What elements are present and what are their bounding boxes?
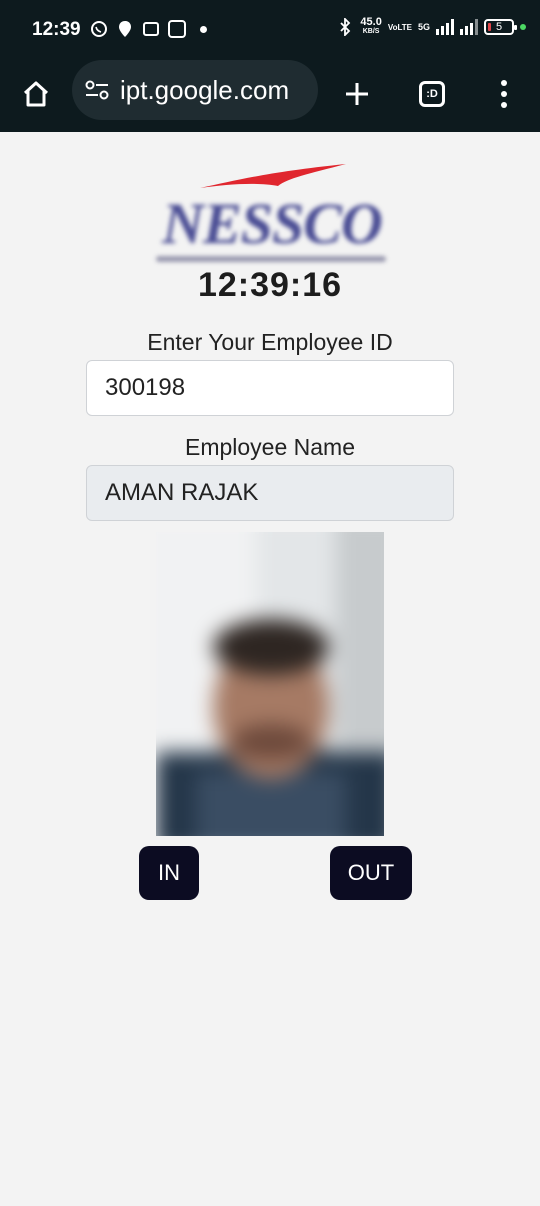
tab-switcher-button[interactable]: :D	[410, 72, 454, 116]
menu-dot-icon	[501, 91, 507, 97]
employee-id-label: Enter Your Employee ID	[147, 329, 393, 355]
charging-indicator	[520, 24, 526, 30]
battery-level: 5	[495, 21, 503, 33]
browser-toolbar: ipt.google.com :D	[0, 58, 540, 132]
tab-switcher-icon: :D	[419, 81, 445, 107]
clock-in-button[interactable]: IN	[139, 846, 199, 900]
battery-icon: 5	[484, 19, 517, 35]
signal-icon-2	[460, 19, 478, 35]
home-icon	[23, 81, 49, 107]
home-button[interactable]	[16, 74, 56, 114]
logo-swoosh-icon	[200, 164, 346, 188]
status-time: 12:39	[32, 19, 81, 40]
employee-photo	[156, 532, 384, 836]
location-icon	[116, 20, 134, 38]
signal-icon	[436, 19, 454, 35]
company-logo: NESSCO	[148, 158, 392, 270]
network-speed-value: 45.0	[360, 16, 382, 28]
more-notifications-icon	[200, 25, 207, 33]
volte-badge: VoLTE	[387, 22, 412, 32]
employee-id-input[interactable]	[86, 360, 454, 416]
bluetooth-icon	[336, 18, 354, 36]
menu-dot-icon	[501, 102, 507, 108]
logo-text: NESSCO	[162, 191, 383, 256]
clock-out-button[interactable]: OUT	[330, 846, 412, 900]
new-tab-button[interactable]	[335, 72, 379, 116]
employee-name-field	[86, 465, 454, 521]
logo-tagline	[156, 256, 386, 262]
status-right: 45.0 KB/S VoLTE 5G 5	[336, 16, 526, 36]
menu-button[interactable]	[482, 72, 526, 116]
notification-icons	[90, 20, 207, 38]
photo-image	[156, 532, 384, 836]
page-content: NESSCO 12:39:16 Enter Your Employee ID E…	[0, 132, 540, 1206]
site-settings-icon[interactable]	[84, 79, 110, 101]
url-bar[interactable]: ipt.google.com	[72, 60, 318, 120]
status-bar: 12:39 45.0 KB/S VoLTE 5G 5	[0, 0, 540, 58]
app-icon	[142, 20, 160, 38]
employee-name-label: Employee Name	[184, 434, 356, 460]
menu-dot-icon	[501, 80, 507, 86]
network-type: 5G	[417, 22, 430, 32]
plus-icon	[346, 83, 368, 105]
url-text: ipt.google.com	[120, 74, 290, 105]
app-badge-icon	[168, 20, 186, 38]
network-speed: 45.0 KB/S	[360, 16, 382, 36]
whatsapp-icon	[90, 20, 108, 38]
network-speed-unit: KB/S	[362, 28, 380, 35]
clock-display: 12:39:16	[197, 266, 343, 304]
